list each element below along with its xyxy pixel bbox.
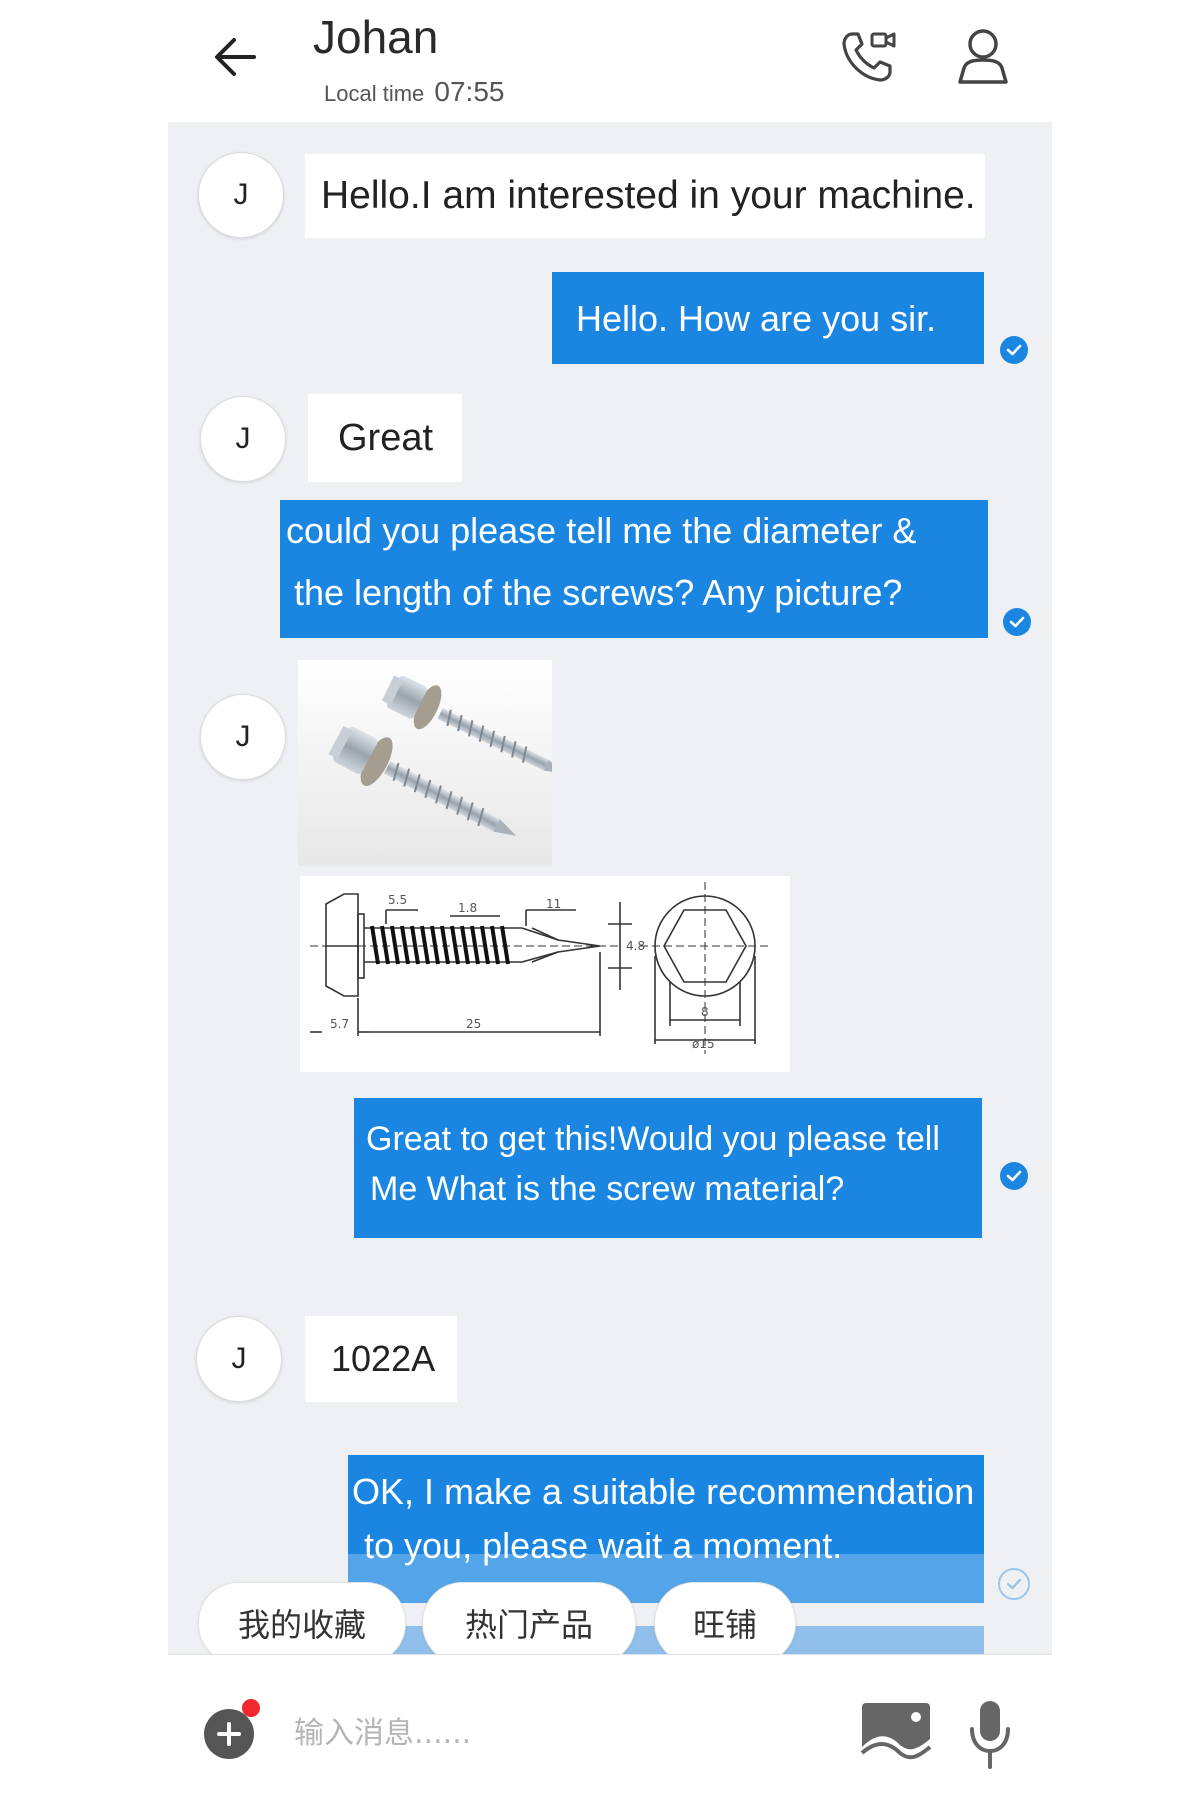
- contact-avatar[interactable]: J: [200, 396, 286, 482]
- contact-name: Johan: [313, 11, 439, 63]
- local-time-label: Local time: [324, 81, 425, 106]
- input-bar: [168, 1654, 1052, 1801]
- person-icon[interactable]: [952, 24, 1014, 86]
- sent-check-icon: [998, 1568, 1030, 1600]
- incoming-message[interactable]: Hello.I am interested in your machine.: [305, 154, 985, 238]
- message-text: 1022A: [331, 1338, 436, 1379]
- read-check-icon: [1000, 1162, 1028, 1190]
- message-text: Hello.I am interested in your machine.: [321, 174, 976, 217]
- message-input[interactable]: [292, 1703, 856, 1763]
- dim-label: 11: [546, 897, 561, 911]
- outgoing-message[interactable]: could you please tell me the diameter & …: [280, 500, 988, 638]
- arrow-left-icon[interactable]: [208, 30, 262, 84]
- plus-circle-icon[interactable]: [204, 1709, 254, 1759]
- message-text-line: Me What is the screw material?: [370, 1170, 845, 1208]
- notification-dot: [242, 1699, 260, 1717]
- dim-label: 5.5: [388, 893, 407, 907]
- screws-photo[interactable]: [298, 660, 552, 866]
- outgoing-message[interactable]: Hello. How are you sir.: [552, 272, 984, 364]
- video-phone-icon[interactable]: [838, 24, 900, 86]
- dim-label: 5.7: [330, 1017, 349, 1031]
- local-time: Local time 07:55: [324, 76, 504, 108]
- dim-label: 1.8: [458, 901, 477, 915]
- message-text-line: Great to get this!Would you please tell: [366, 1120, 940, 1158]
- quick-reply-hot-products[interactable]: 热门产品: [422, 1582, 636, 1654]
- chat-header: Johan Local time 07:55: [0, 0, 1200, 122]
- incoming-message[interactable]: Great: [308, 394, 462, 482]
- contact-avatar[interactable]: J: [198, 152, 284, 238]
- message-text-line: OK, I make a suitable recommendation: [352, 1471, 975, 1512]
- dim-label: 4.8: [626, 939, 645, 953]
- quick-reply-store[interactable]: 旺铺: [654, 1582, 796, 1654]
- microphone-icon[interactable]: [968, 1699, 1012, 1771]
- message-text: Hello. How are you sir.: [576, 298, 937, 339]
- dim-label: ø15: [692, 1037, 715, 1051]
- quick-reply-favorites[interactable]: 我的收藏: [198, 1582, 406, 1654]
- dim-label: 25: [466, 1017, 481, 1031]
- local-time-value: 07:55: [434, 76, 505, 107]
- incoming-message[interactable]: 1022A: [305, 1316, 457, 1402]
- message-text-line: could you please tell me the diameter &: [286, 510, 917, 551]
- read-check-icon: [1003, 608, 1031, 636]
- dim-label: 8: [701, 1005, 709, 1019]
- read-check-icon: [1000, 336, 1028, 364]
- message-text: Great: [338, 416, 434, 459]
- contact-avatar[interactable]: J: [196, 1316, 282, 1402]
- image-icon[interactable]: [860, 1701, 932, 1765]
- message-text-line: the length of the screws? Any picture?: [294, 572, 903, 613]
- chat-area[interactable]: J Hello.I am interested in your machine.…: [168, 122, 1052, 1654]
- contact-avatar[interactable]: J: [200, 694, 286, 780]
- screw-drawing[interactable]: 5.5 1.8 11 4.8 5.7 25 8 ø15: [300, 876, 790, 1072]
- outgoing-message[interactable]: Great to get this!Would you please tell …: [354, 1098, 982, 1238]
